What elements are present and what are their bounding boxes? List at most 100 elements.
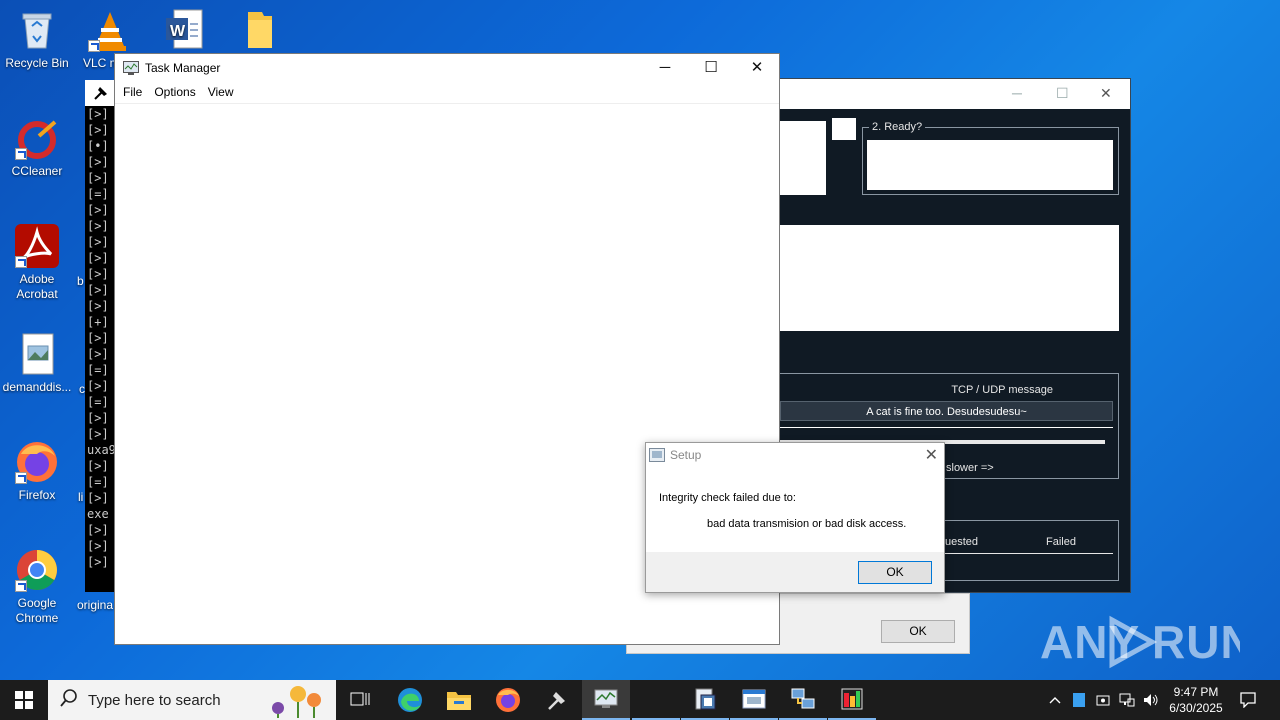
console-line: [>]: [87, 235, 109, 249]
hammer-icon: [92, 84, 110, 105]
desktop-icon-demanddis[interactable]: demanddis...: [0, 332, 75, 395]
desktop-icon-google-chrome[interactable]: Google Chrome: [0, 548, 75, 626]
console-line: [>]: [87, 491, 109, 505]
volume-icon[interactable]: [1140, 680, 1162, 720]
console-line: [>]: [87, 267, 109, 281]
console-line: [•]: [87, 139, 109, 153]
tray-device-icon[interactable]: [1092, 680, 1114, 720]
small-square-button[interactable]: [832, 118, 856, 140]
close-button[interactable]: ✕: [734, 54, 780, 82]
desktop-icon-word-doc[interactable]: W: [146, 8, 222, 56]
firefox-icon: [15, 440, 59, 484]
taskbar-console[interactable]: [533, 680, 581, 720]
desktop-icon-label: CCleaner: [11, 164, 63, 178]
colorful-app-icon: [841, 688, 863, 710]
taskbar-app-indicator[interactable]: [632, 680, 680, 720]
taskbar-search-box[interactable]: Type here to search: [48, 680, 336, 720]
taskbar-task-manager[interactable]: [582, 680, 630, 720]
desktop-icon-ccleaner[interactable]: CCleaner: [0, 116, 75, 179]
shortcut-arrow-icon: [15, 148, 27, 160]
desktop-icon-recycle-bin[interactable]: Recycle Bin: [0, 8, 75, 71]
taskbar-installer[interactable]: [681, 680, 729, 720]
shortcut-arrow-icon: [15, 256, 27, 268]
ok-button[interactable]: OK: [858, 561, 932, 584]
minimize-button[interactable]: ─: [1012, 85, 1022, 101]
watermark-text-right: RUN: [1152, 616, 1240, 668]
console-line: [>]: [87, 411, 109, 425]
background-ok-button[interactable]: OK: [881, 620, 955, 643]
maximize-button[interactable]: ☐: [688, 54, 734, 82]
desktop-icon-firefox[interactable]: Firefox: [0, 440, 75, 503]
background-app-titlebar[interactable]: ─ ☐ ✕: [780, 79, 1130, 109]
taskbar-network-app[interactable]: [779, 680, 827, 720]
console-line: [>]: [87, 203, 109, 217]
setup-footer: OK: [646, 552, 944, 592]
minimize-button[interactable]: ─: [642, 54, 688, 82]
requested-column-header: uested: [945, 536, 979, 548]
setup-title: Setup: [670, 448, 702, 462]
large-text-area[interactable]: [780, 225, 1119, 331]
desktop-icon-adobe-acrobat[interactable]: Adobe Acrobat: [0, 224, 75, 302]
windows-logo-icon: [15, 691, 33, 709]
close-button[interactable]: ✕: [1100, 85, 1112, 102]
console-line: [>]: [87, 219, 109, 233]
taskbar-firefox[interactable]: [484, 680, 532, 720]
clock-date: 6/30/2025: [1169, 701, 1223, 715]
panel-white-block: [780, 121, 826, 195]
task-manager-icon: [123, 61, 139, 80]
menu-file[interactable]: File: [117, 82, 148, 103]
console-line: [>]: [87, 283, 109, 297]
console-line: exe: [87, 507, 109, 521]
setup-dialog[interactable]: Setup ✕ Integrity check failed due to: b…: [645, 442, 945, 593]
console-line: [=]: [87, 395, 109, 409]
firefox-icon: [496, 688, 520, 712]
clock[interactable]: 9:47 PM 6/30/2025: [1162, 680, 1230, 720]
desktop-icon-label: Adobe Acrobat: [16, 272, 58, 301]
console-output: [>] [>] [•] [>] [>] [=] [>] [>] [>] [>] [>] [>] [>] […: [85, 106, 115, 570]
console-line: [>]: [87, 155, 109, 169]
task-manager-title: Task Manager: [145, 61, 221, 75]
task-view-icon: [350, 692, 370, 706]
folder-icon: [238, 8, 282, 52]
console-line: [>]: [87, 555, 109, 569]
console-line: uxa9: [87, 443, 115, 457]
taskbar: Type here to search 9:47 PM 6/30/2025: [0, 680, 1280, 720]
start-button[interactable]: [0, 680, 48, 720]
close-icon[interactable]: ✕: [925, 445, 938, 465]
menu-view[interactable]: View: [202, 82, 240, 103]
taskbar-setup[interactable]: [730, 680, 778, 720]
search-flowers-decoration-icon: [258, 682, 328, 720]
notifications-button[interactable]: [1234, 680, 1262, 720]
watermark-text-left: ANY: [1040, 616, 1140, 668]
task-manager-titlebar[interactable]: Task Manager ─ ☐ ✕: [115, 54, 779, 82]
tray-app-icon[interactable]: [1068, 680, 1090, 720]
recycle-bin-icon: [15, 8, 59, 52]
console-titlebar[interactable]: [85, 80, 115, 106]
setup-window-icon: [742, 689, 766, 709]
network-icon[interactable]: [1116, 680, 1138, 720]
installer-icon: [695, 688, 716, 710]
console-line: [>]: [87, 299, 109, 313]
console-line: [>]: [87, 523, 109, 537]
failed-column-header: Failed: [1046, 536, 1076, 548]
error-message-line2: bad data transmision or bad disk access.: [707, 518, 907, 530]
desktop-icon-folder[interactable]: [222, 8, 298, 56]
ready-label: 2. Ready?: [869, 121, 926, 133]
image-file-icon: [15, 332, 59, 376]
vlc-icon: [88, 8, 132, 52]
taskbar-dark-app[interactable]: [828, 680, 876, 720]
tray-overflow-icon[interactable]: [1044, 680, 1066, 720]
maximize-button[interactable]: ☐: [1056, 85, 1069, 102]
setup-titlebar[interactable]: Setup ✕: [646, 443, 944, 467]
task-view-button[interactable]: [336, 680, 384, 720]
console-window[interactable]: [>] [>] [•] [>] [>] [=] [>] [>] [>] [>] [>] [>] [>] […: [85, 80, 115, 592]
menu-options[interactable]: Options: [148, 82, 201, 103]
ready-field[interactable]: [867, 140, 1113, 190]
console-line: [=]: [87, 475, 109, 489]
tcp-message-value[interactable]: A cat is fine too. Desudesudesu~: [780, 401, 1113, 421]
taskbar-edge[interactable]: [386, 680, 434, 720]
progress-track: [780, 427, 1113, 428]
taskbar-file-explorer[interactable]: [435, 680, 483, 720]
network-computers-icon: [791, 688, 815, 709]
desktop-icon-label: Google Chrome: [15, 596, 59, 625]
